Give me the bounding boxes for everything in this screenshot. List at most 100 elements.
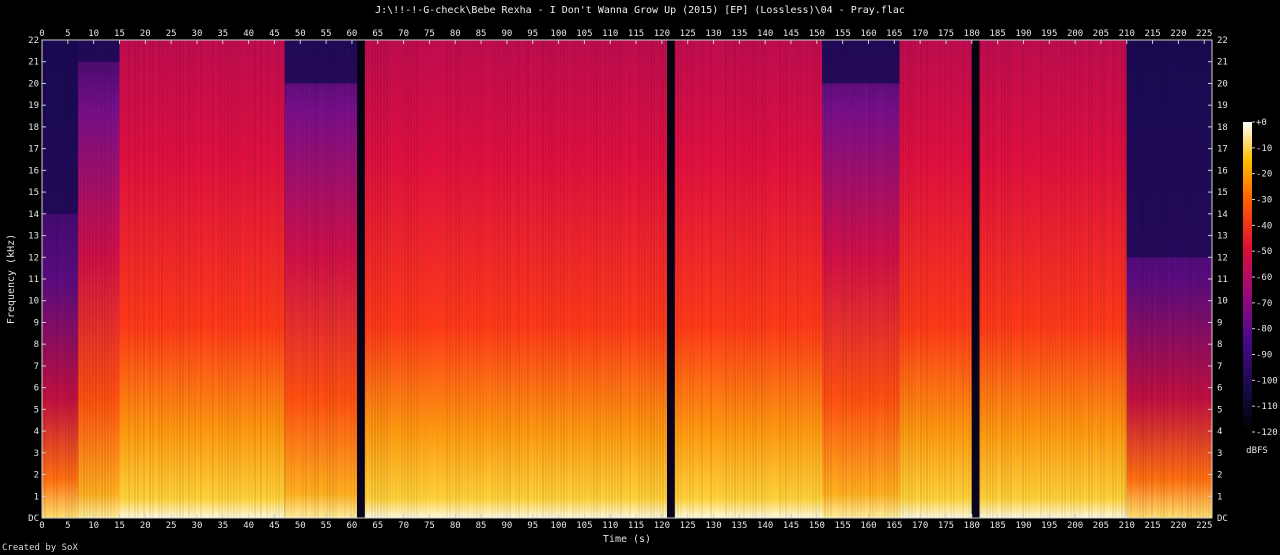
colorbar-tick-label: +0 xyxy=(1256,118,1267,128)
x-tick-label: 225 xyxy=(1196,521,1212,531)
x-tick-label: 5 xyxy=(65,521,70,531)
x-tick-label: 135 xyxy=(731,29,747,39)
x-tick-label: 30 xyxy=(192,29,203,39)
x-tick-label: 5 xyxy=(65,29,70,39)
y-tick-label: 16 xyxy=(1217,166,1228,176)
y-tick-label: 8 xyxy=(34,340,39,350)
x-tick-label: 15 xyxy=(114,29,125,39)
colorbar-tick-label: -80 xyxy=(1256,325,1272,335)
x-tick-label: 180 xyxy=(964,29,980,39)
x-tick-label: 15 xyxy=(114,521,125,531)
spectrogram-chart: 0055101015152020252530303535404045455050… xyxy=(6,29,1278,545)
x-tick-label: 190 xyxy=(1015,29,1031,39)
x-tick-label: 130 xyxy=(705,29,721,39)
x-tick-label: 60 xyxy=(347,29,358,39)
x-tick-label: 40 xyxy=(243,521,254,531)
y-tick-label: 21 xyxy=(28,58,39,68)
x-tick-label: 195 xyxy=(1041,29,1057,39)
y-tick-label: 19 xyxy=(28,101,39,111)
x-tick-label: 25 xyxy=(166,521,177,531)
x-tick-label: 130 xyxy=(705,521,721,531)
colorbar xyxy=(1243,122,1252,432)
y-tick-label: 17 xyxy=(1217,145,1228,155)
x-tick-label: 50 xyxy=(295,29,306,39)
x-tick-label: 160 xyxy=(860,29,876,39)
y-tick-label: 16 xyxy=(28,166,39,176)
x-tick-label: 160 xyxy=(860,521,876,531)
x-tick-label: 35 xyxy=(217,521,228,531)
x-tick-label: 0 xyxy=(39,521,44,531)
y-tick-label: 7 xyxy=(1217,362,1222,372)
x-tick-label: 85 xyxy=(476,521,487,531)
x-tick-label: 205 xyxy=(1093,521,1109,531)
x-tick-label: 120 xyxy=(654,521,670,531)
y-tick-label: 13 xyxy=(28,232,39,242)
y-tick-label: 12 xyxy=(28,253,39,263)
x-tick-label: 175 xyxy=(938,521,954,531)
y-tick-label: 4 xyxy=(1217,427,1222,437)
y-tick-label: 6 xyxy=(1217,384,1222,394)
y-tick-label: 5 xyxy=(1217,405,1222,415)
y-tick-label: 19 xyxy=(1217,101,1228,111)
y-tick-label: 22 xyxy=(28,36,39,46)
colorbar-tick-label: -50 xyxy=(1256,247,1272,257)
x-tick-label: 75 xyxy=(424,521,435,531)
x-tick-label: 140 xyxy=(757,521,773,531)
x-tick-label: 215 xyxy=(1144,521,1160,531)
x-tick-label: 60 xyxy=(347,521,358,531)
x-tick-label: 125 xyxy=(680,521,696,531)
spectrogram-segment xyxy=(674,40,822,518)
x-tick-label: 165 xyxy=(886,29,902,39)
y-tick-label: 10 xyxy=(1217,297,1228,307)
x-tick-label: 220 xyxy=(1170,29,1186,39)
x-axis-label: Time (s) xyxy=(603,534,651,545)
x-tick-label: 100 xyxy=(550,29,566,39)
x-tick-label: 140 xyxy=(757,29,773,39)
x-tick-label: 20 xyxy=(140,29,151,39)
x-tick-label: 225 xyxy=(1196,29,1212,39)
y-tick-label: 6 xyxy=(34,384,39,394)
y-tick-label: 11 xyxy=(28,275,39,285)
x-tick-label: 85 xyxy=(476,29,487,39)
x-tick-label: 80 xyxy=(450,29,461,39)
colorbar-tick-label: -60 xyxy=(1256,273,1272,283)
x-tick-label: 35 xyxy=(217,29,228,39)
x-tick-label: 185 xyxy=(989,521,1005,531)
x-tick-label: 115 xyxy=(628,521,644,531)
x-tick-label: 10 xyxy=(88,29,99,39)
x-tick-label: 165 xyxy=(886,521,902,531)
x-tick-label: 170 xyxy=(912,521,928,531)
x-tick-label: 100 xyxy=(550,521,566,531)
y-tick-label: 12 xyxy=(1217,253,1228,263)
x-tick-label: 210 xyxy=(1119,29,1135,39)
x-tick-label: 65 xyxy=(372,521,383,531)
y-tick-label: 14 xyxy=(1217,210,1228,220)
y-tick-label: 22 xyxy=(1217,36,1228,46)
y-tick-label: DC xyxy=(1217,514,1228,524)
x-tick-label: 145 xyxy=(783,29,799,39)
colorbar-tick-label: -120 xyxy=(1256,428,1278,438)
y-tick-label: 15 xyxy=(28,188,39,198)
x-tick-label: 155 xyxy=(835,29,851,39)
x-tick-label: 190 xyxy=(1015,521,1031,531)
credit-text: Created by SoX xyxy=(2,543,78,553)
y-tick-label: 1 xyxy=(1217,492,1222,502)
x-tick-label: 30 xyxy=(192,521,203,531)
y-tick-label: 2 xyxy=(34,471,39,481)
x-tick-label: 195 xyxy=(1041,521,1057,531)
x-tick-label: 150 xyxy=(809,521,825,531)
y-tick-label: 15 xyxy=(1217,188,1228,198)
x-tick-label: 50 xyxy=(295,521,306,531)
y-tick-label: 18 xyxy=(28,123,39,133)
x-tick-label: 105 xyxy=(576,521,592,531)
x-tick-label: 145 xyxy=(783,521,799,531)
x-tick-label: 115 xyxy=(628,29,644,39)
y-tick-label: 5 xyxy=(34,405,39,415)
y-tick-label: 21 xyxy=(1217,58,1228,68)
x-tick-label: 175 xyxy=(938,29,954,39)
y-tick-label: 9 xyxy=(1217,318,1222,328)
x-tick-label: 200 xyxy=(1067,521,1083,531)
colorbar-tick-label: -30 xyxy=(1256,196,1272,206)
x-tick-label: 95 xyxy=(527,29,538,39)
x-tick-label: 70 xyxy=(398,521,409,531)
